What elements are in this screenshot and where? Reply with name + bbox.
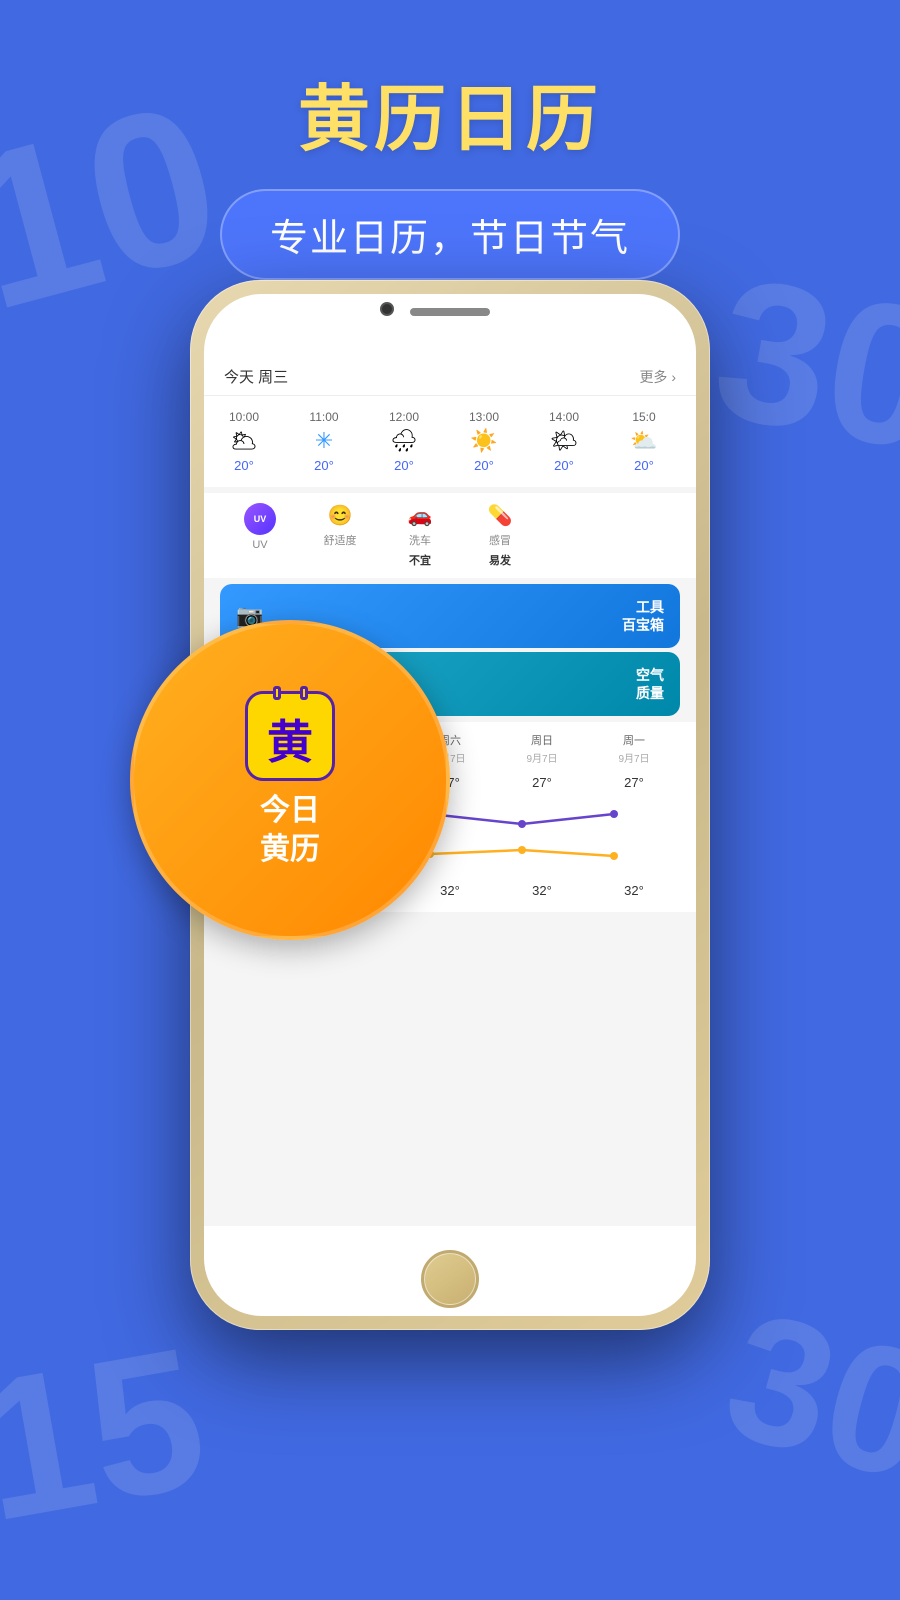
hourly-item-0: 10:00 🌥 20° bbox=[204, 406, 284, 477]
phone-camera bbox=[380, 302, 394, 316]
hourly-scroll: 10:00 🌥 20° 11:00 ✳ 20° 12:00 🌧 20° bbox=[204, 396, 696, 487]
phone-wrapper: 今天 周三 更多 › 10:00 🌥 20° 11:00 ✳ 20° bbox=[190, 280, 710, 1330]
life-item-uv: UV UV bbox=[220, 503, 300, 568]
calendar-char: 黄 bbox=[267, 706, 313, 772]
hourly-item-1: 11:00 ✳ 20° bbox=[284, 406, 364, 477]
home-button[interactable] bbox=[421, 1250, 479, 1308]
weather-more-link[interactable]: 更多 › bbox=[639, 367, 676, 387]
header-section: 黄历日历 专业日历，节日节气 bbox=[0, 60, 900, 280]
hourly-item-5: 15:0 ⛅ 20° bbox=[604, 406, 684, 477]
life-item-carwash: 🚗 洗车 不宜 bbox=[380, 503, 460, 568]
subtitle-pill: 专业日历，节日节气 bbox=[220, 189, 680, 280]
calendar-icon: 黄 bbox=[245, 691, 335, 781]
day-col-3: 周日 9月7日 bbox=[496, 732, 588, 765]
day-col-4: 周一 9月7日 bbox=[588, 732, 680, 765]
life-item-comfort: 😊 舒适度 bbox=[300, 503, 380, 568]
hourly-item-3: 13:00 ☀️ 20° bbox=[444, 406, 524, 477]
watermark-4: 30 bbox=[706, 1271, 900, 1523]
circle-text-line2: 黄历 bbox=[260, 830, 320, 869]
circle-overlay: 黄 今日 黄历 bbox=[130, 620, 450, 940]
home-button-inner bbox=[424, 1253, 476, 1305]
ring-right bbox=[300, 686, 308, 700]
calendar-rings bbox=[263, 686, 317, 700]
life-item-cold: 💊 感冒 易发 bbox=[460, 503, 540, 568]
circle-text: 今日 黄历 bbox=[260, 791, 320, 869]
hourly-item-4: 14:00 🌤 20° bbox=[524, 406, 604, 477]
weather-header: 今天 周三 更多 › bbox=[204, 354, 696, 396]
circle-text-line1: 今日 bbox=[260, 791, 320, 830]
main-title: 黄历日历 bbox=[0, 60, 900, 165]
life-index: UV UV 😊 舒适度 🚗 洗车 不宜 💊 bbox=[204, 493, 696, 578]
phone-speaker bbox=[410, 308, 490, 316]
ring-left bbox=[273, 686, 281, 700]
hourly-item-2: 12:00 🌧 20° bbox=[364, 406, 444, 477]
weather-today-label: 今天 周三 bbox=[224, 366, 288, 387]
watermark-3: 15 bbox=[0, 1302, 221, 1567]
